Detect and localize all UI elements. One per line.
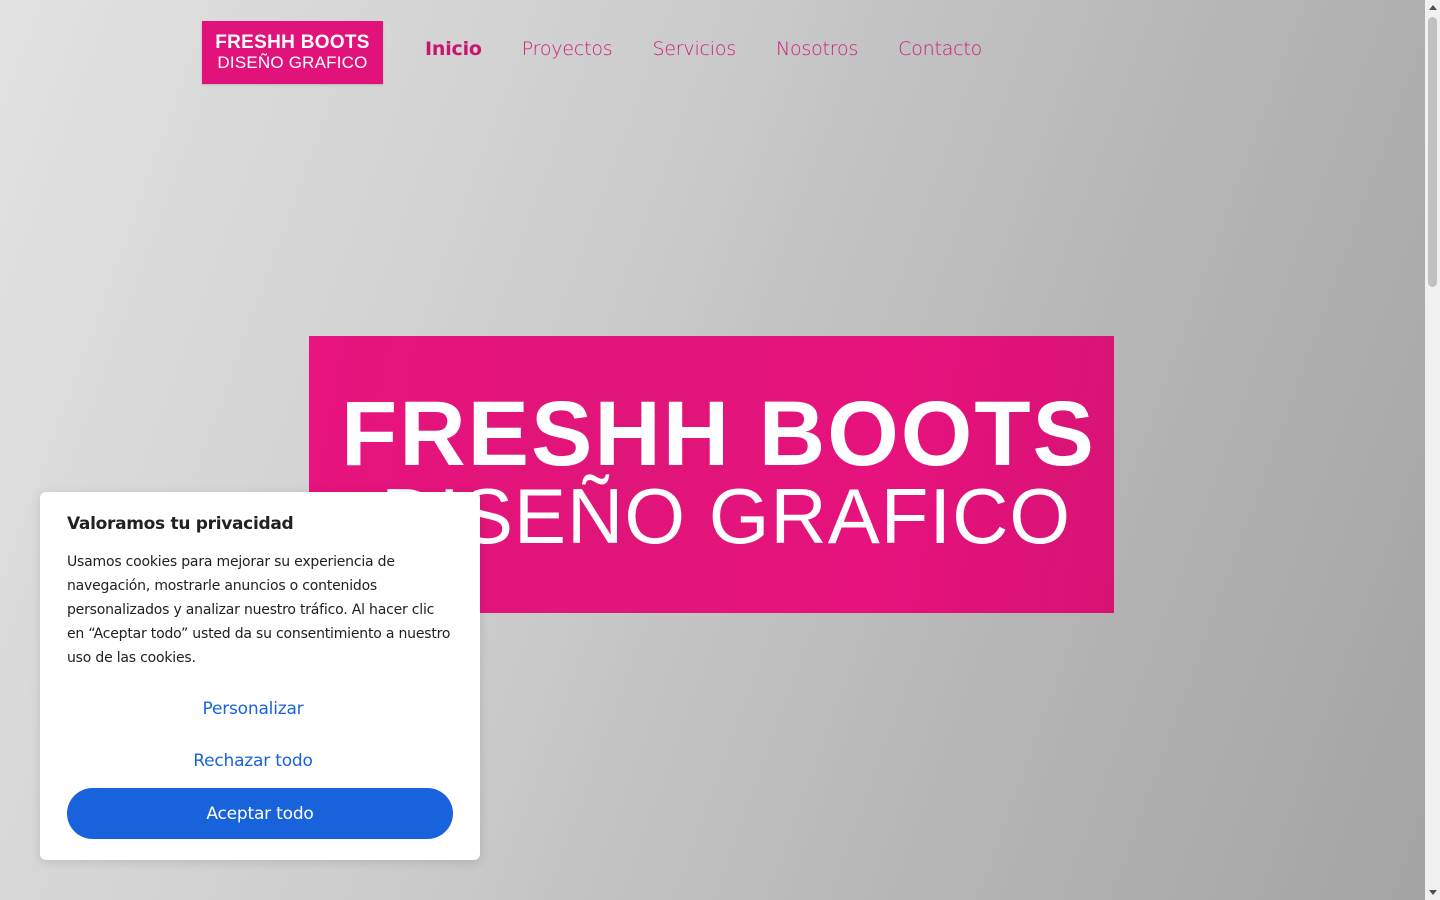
- nav-item-inicio[interactable]: Inicio: [425, 38, 482, 60]
- cookie-text: Usamos cookies para mejorar su experienc…: [67, 554, 451, 666]
- nav-item-proyectos[interactable]: Proyectos: [522, 38, 613, 60]
- scroll-up-arrow-icon[interactable]: [1425, 0, 1440, 15]
- nav-item-servicios[interactable]: Servicios: [652, 38, 736, 60]
- page: FRESHH BOOTS DISEÑO GRAFICO Inicio Proye…: [0, 0, 1425, 900]
- customize-button[interactable]: Personalizar: [102, 699, 404, 719]
- cookie-consent-dialog: Valoramos tu privacidad Usamos cookies p…: [40, 492, 480, 860]
- logo-line-1: FRESHH BOOTS: [215, 32, 370, 53]
- scrollbar-thumb[interactable]: [1428, 17, 1437, 287]
- reject-all-button[interactable]: Rechazar todo: [102, 751, 404, 771]
- vertical-scrollbar[interactable]: [1425, 0, 1440, 900]
- logo-line-2: DISEÑO GRAFICO: [217, 53, 368, 72]
- hero-subtitle: DISEÑO GRAFICO: [381, 472, 1072, 560]
- scroll-down-arrow-icon[interactable]: [1425, 885, 1440, 900]
- hero-title: FRESHH BOOTS: [341, 383, 1096, 485]
- nav-item-contacto[interactable]: Contacto: [898, 38, 982, 60]
- site-logo[interactable]: FRESHH BOOTS DISEÑO GRAFICO: [202, 21, 383, 84]
- nav-item-nosotros[interactable]: Nosotros: [776, 38, 858, 60]
- main-nav: Inicio Proyectos Servicios Nosotros Cont…: [425, 38, 1022, 60]
- accept-all-button[interactable]: Aceptar todo: [67, 788, 453, 839]
- cookie-title: Valoramos tu privacidad: [67, 514, 294, 534]
